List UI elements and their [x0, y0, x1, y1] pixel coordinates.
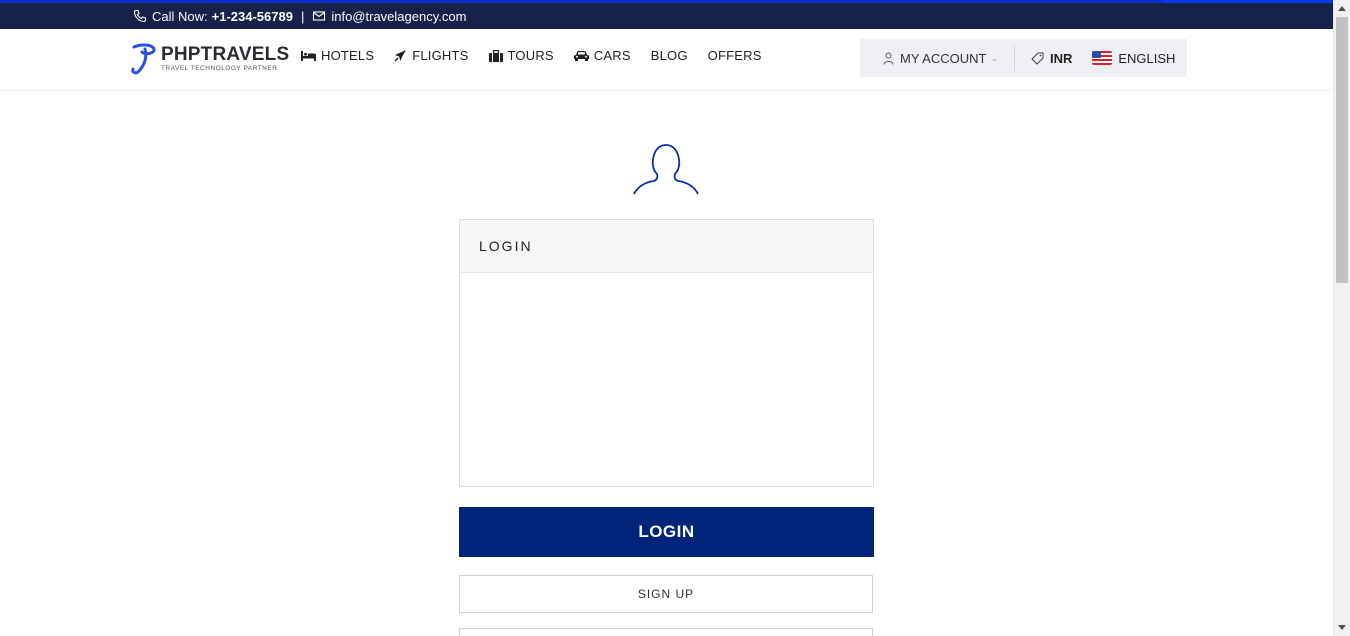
language-selector[interactable]: ENGLISH — [1092, 51, 1175, 66]
suitcase-icon — [488, 49, 503, 62]
email-link[interactable]: info@travelagency.com — [331, 9, 466, 24]
language-label: ENGLISH — [1118, 50, 1176, 66]
main-nav: HOTELS FLIGHTS TOURS CARS BLOG OFFERS — [301, 48, 782, 63]
bed-icon — [301, 51, 316, 61]
login-button[interactable]: LOGIN — [459, 507, 874, 557]
scroll-down-arrow-icon[interactable] — [1338, 625, 1346, 630]
panel-divider — [1013, 45, 1015, 71]
nav-label-offers: OFFERS — [707, 48, 762, 63]
nav-label-hotels: HOTELS — [321, 48, 375, 63]
topbar-separator: | — [300, 8, 305, 24]
currency-label: INR — [1049, 50, 1073, 66]
my-account-dropdown[interactable]: MY ACCOUNT ⌄ — [883, 51, 998, 66]
nav-label-tours: TOURS — [507, 48, 554, 63]
currency-selector[interactable]: INR — [1031, 51, 1072, 66]
nav-item-blog[interactable]: BLOG — [651, 48, 688, 63]
user-icon — [883, 52, 894, 65]
brand-tagline: TRAVEL TECHNOLOGY PARTNER — [161, 64, 278, 72]
tag-icon — [1031, 52, 1044, 65]
nav-item-flights[interactable]: FLIGHTS — [394, 48, 468, 63]
brand-name: PHPTRAVELS — [161, 43, 290, 65]
car-icon — [573, 51, 589, 61]
main-header: PHPTRAVELS TRAVEL TECHNOLOGY PARTNER HOT… — [0, 29, 1333, 89]
envelope-icon — [312, 9, 326, 23]
secondary-button[interactable] — [459, 628, 873, 636]
page: Call Now: +1-234-56789 | info@travelagen… — [0, 0, 1333, 636]
nav-item-cars[interactable]: CARS — [573, 48, 631, 63]
nav-label-flights: FLIGHTS — [412, 48, 469, 63]
top-info-bar: Call Now: +1-234-56789 | info@travelagen… — [0, 0, 1333, 29]
brand-logo[interactable]: PHPTRAVELS TRAVEL TECHNOLOGY PARTNER — [130, 43, 289, 75]
nav-item-offers[interactable]: OFFERS — [708, 48, 762, 63]
plane-icon — [394, 50, 407, 62]
chevron-down-icon: ⌄ — [990, 52, 998, 63]
phone-icon — [133, 9, 147, 23]
user-avatar-icon — [633, 144, 699, 195]
top-accent-line — [1163, 0, 1333, 3]
scroll-up-arrow-icon[interactable] — [1338, 6, 1346, 11]
logo-mark-icon — [131, 43, 156, 75]
nav-item-tours[interactable]: TOURS — [488, 48, 554, 63]
call-now-label: Call Now: — [152, 8, 208, 24]
account-panel: MY ACCOUNT ⌄ INR ENGLISH — [860, 39, 1187, 77]
signup-button[interactable]: SIGN UP — [459, 575, 873, 613]
page-scrollbar[interactable] — [1333, 0, 1350, 636]
my-account-label: MY ACCOUNT — [900, 50, 987, 66]
phone-number[interactable]: +1-234-56789 — [212, 9, 293, 24]
nav-label-cars: CARS — [593, 48, 631, 63]
login-card-title: LOGIN — [460, 220, 873, 273]
scroll-thumb[interactable] — [1336, 17, 1348, 283]
login-card: LOGIN — [459, 219, 874, 487]
nav-item-hotels[interactable]: HOTELS — [301, 48, 374, 63]
us-flag-icon — [1092, 51, 1113, 65]
nav-label-blog: BLOG — [650, 48, 688, 63]
